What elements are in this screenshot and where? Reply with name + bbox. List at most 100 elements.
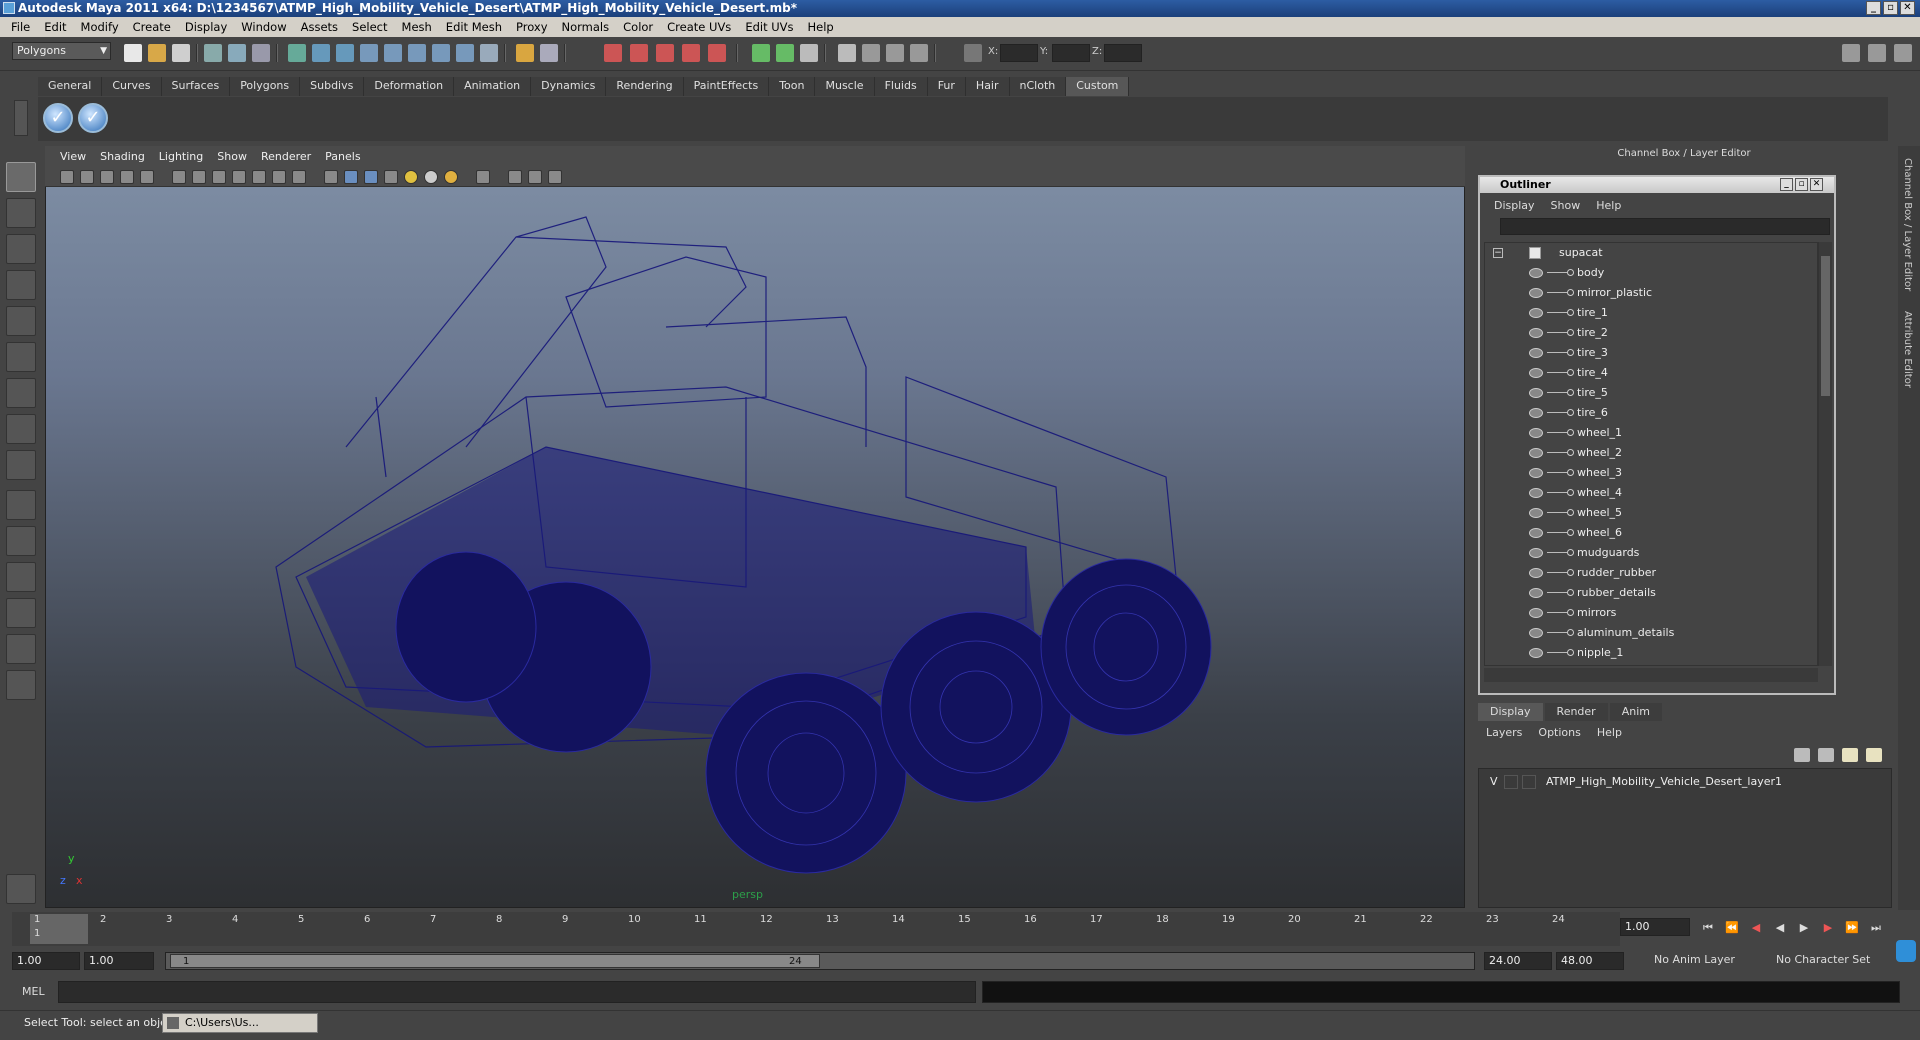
y-field[interactable] [1052,44,1090,62]
lasso-tool-icon[interactable] [6,198,36,228]
outliner-close-button[interactable]: ✕ [1810,178,1823,191]
mask-dynamics-icon[interactable] [408,44,426,62]
anim-layer-dropdown[interactable]: No Anim Layer [1650,952,1748,970]
viewport-menu-lighting[interactable]: Lighting [152,150,210,163]
character-set-dropdown[interactable]: No Character Set [1772,952,1876,970]
outliner-item[interactable]: rudder_rubber [1485,563,1815,583]
output-ops-icon[interactable] [776,44,794,62]
shelf-tab-painteffects[interactable]: PaintEffects [683,77,770,96]
outliner-item[interactable]: wheel_5 [1485,503,1815,523]
layer-row[interactable]: V ATMP_High_Mobility_Vehicle_Desert_laye… [1478,772,1892,792]
snap-point-icon[interactable] [656,44,674,62]
layer-tab-display[interactable]: Display [1478,703,1543,721]
mask-rendering-icon[interactable] [432,44,450,62]
viewport-menu-view[interactable]: View [53,150,93,163]
select-hierarchy-icon[interactable] [204,44,222,62]
transform-mode-icon[interactable] [964,44,982,62]
menu-set-dropdown[interactable]: Polygons ▼ [12,42,111,60]
mask-deformers-icon[interactable] [384,44,402,62]
outliner-item[interactable]: tire_3 [1485,343,1815,363]
wireframe-icon[interactable] [324,170,338,184]
backface-culling-icon[interactable] [548,170,562,184]
outliner-item[interactable]: tire_2 [1485,323,1815,343]
menu-modify[interactable]: Modify [74,20,126,34]
menu-create-uvs[interactable]: Create UVs [660,20,738,34]
image-plane-icon[interactable] [120,170,134,184]
outliner-item[interactable]: tire_1 [1485,303,1815,323]
outliner-menu-help[interactable]: Help [1588,199,1629,212]
toggle-attribute-editor-icon[interactable] [1842,44,1860,62]
mask-handles-icon[interactable] [288,44,306,62]
select-component-icon[interactable] [252,44,270,62]
menu-assets[interactable]: Assets [294,20,345,34]
resolution-gate-icon[interactable] [212,170,226,184]
move-tool-icon[interactable] [6,270,36,300]
shelf-tab-deformation[interactable]: Deformation [364,77,455,96]
xray-icon[interactable] [508,170,522,184]
layer-visibility-toggle[interactable]: V [1490,772,1498,792]
side-tab-channel-box[interactable]: Channel Box / Layer Editor [1902,158,1913,291]
shelf-tab-general[interactable]: General [38,77,103,96]
shelf-tab-animation[interactable]: Animation [454,77,532,96]
layer-menu-help[interactable]: Help [1589,724,1630,742]
film-gate-icon[interactable] [192,170,206,184]
all-lights-icon[interactable] [424,170,438,184]
outliner-item[interactable]: tire_5 [1485,383,1815,403]
step-forward-frame-icon[interactable]: ▶ [1818,920,1838,936]
animation-start-field[interactable]: 1.00 [12,952,80,970]
new-scene-icon[interactable] [124,44,142,62]
shelf-tab-hair[interactable]: Hair [965,77,1010,96]
help-icon[interactable] [480,44,498,62]
snap-grid-icon[interactable] [604,44,622,62]
gate-mask-icon[interactable] [232,170,246,184]
outliner-persp-layout-icon[interactable] [6,562,36,592]
outliner-item[interactable]: mirror_plastic [1485,283,1815,303]
shelf-tab-ncloth[interactable]: nCloth [1009,77,1067,96]
x-field[interactable] [1000,44,1038,62]
side-tab-attribute-editor[interactable]: Attribute Editor [1902,311,1913,388]
shelf-tab-custom[interactable]: Custom [1066,77,1130,96]
restore-button[interactable]: ▫ [1883,1,1898,15]
scale-tool-icon[interactable] [6,342,36,372]
outliner-item[interactable]: wheel_4 [1485,483,1815,503]
open-scene-icon[interactable] [148,44,166,62]
time-slider[interactable] [12,912,1620,946]
outliner-filter-input[interactable] [1500,218,1830,235]
custom-shelf-check-icon[interactable]: ✓ [43,103,73,133]
make-live-icon[interactable] [708,44,726,62]
range-slider-handle[interactable]: 1 24 [170,954,820,968]
shelf-tab-muscle[interactable]: Muscle [815,77,875,96]
scrollbar-thumb[interactable] [1821,256,1830,396]
field-chart-icon[interactable] [252,170,266,184]
menu-normals[interactable]: Normals [555,20,617,34]
toggle-channel-box-icon[interactable] [1894,44,1912,62]
snap-view-plane-icon[interactable] [682,44,700,62]
layer-menu-options[interactable]: Options [1530,724,1588,742]
menu-color[interactable]: Color [616,20,660,34]
move-layer-up-icon[interactable] [1794,748,1810,762]
outliner-menu-display[interactable]: Display [1486,199,1543,212]
last-tool-icon[interactable] [6,450,36,480]
smooth-shade-icon[interactable] [344,170,358,184]
rotate-tool-icon[interactable] [6,306,36,336]
viewport-menu-panels[interactable]: Panels [318,150,367,163]
new-layer-icon[interactable] [1842,748,1858,762]
minimized-window[interactable]: C:\Users\Us... [162,1013,318,1033]
textured-icon[interactable] [384,170,398,184]
outliner-item[interactable]: nipple_1 [1485,643,1815,663]
minimize-button[interactable]: _ [1866,1,1881,15]
render-current-frame-icon[interactable] [862,44,880,62]
layer-type-toggle[interactable] [1504,775,1518,789]
mask-joints-icon[interactable] [312,44,330,62]
outliner-item[interactable]: tire_6 [1485,403,1815,423]
menu-file[interactable]: File [4,20,37,34]
play-forward-icon[interactable]: ▶ [1794,920,1814,936]
step-back-key-icon[interactable]: ⏪ [1722,920,1742,936]
menu-create[interactable]: Create [126,20,178,34]
playback-start-field[interactable]: 1.00 [84,952,154,970]
outliner-item[interactable]: wheel_1 [1485,423,1815,443]
shelf-tab-toon[interactable]: Toon [769,77,816,96]
default-lighting-icon[interactable] [404,170,418,184]
layer-tab-anim[interactable]: Anim [1609,703,1662,721]
collapse-icon[interactable]: − [1493,248,1503,258]
